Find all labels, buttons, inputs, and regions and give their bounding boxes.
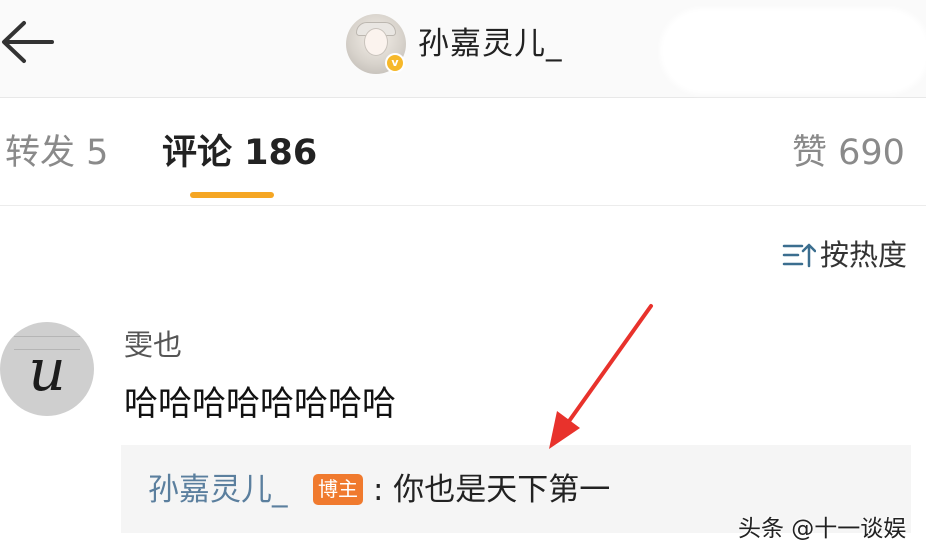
page-title: 孙嘉灵儿_ (418, 26, 563, 62)
comment-text: 哈哈哈哈哈哈哈哈 (124, 384, 396, 424)
commenter-username[interactable]: 雯也 (124, 326, 182, 364)
tab-bar: 转发 5 评论 186 赞 690 (0, 99, 926, 206)
arrow-left-icon[interactable] (0, 18, 60, 68)
blogger-badge: 博主 (313, 474, 363, 505)
avatar-face (364, 28, 388, 56)
verified-badge-icon: v (385, 53, 405, 73)
avatar-letter: u (28, 336, 66, 404)
reply-username[interactable]: 孙嘉灵儿_ (148, 470, 288, 510)
sort-label: 按热度 (820, 238, 908, 272)
tab-comment[interactable]: 评论 186 (162, 132, 317, 174)
screen-glare (660, 8, 926, 94)
sort-by-hot-button[interactable]: 按热度 (782, 237, 907, 273)
active-tab-indicator (190, 192, 274, 198)
commenter-avatar[interactable]: u (0, 322, 94, 416)
tab-like[interactable]: 赞 690 (792, 132, 905, 174)
tab-repost[interactable]: 转发 5 (5, 132, 108, 174)
reply-text: : 你也是天下第一 (373, 472, 611, 508)
watermark: 头条 @十一谈娱 (738, 516, 907, 542)
sort-icon (782, 243, 816, 268)
top-bar: v 孙嘉灵儿_ (0, 0, 926, 98)
